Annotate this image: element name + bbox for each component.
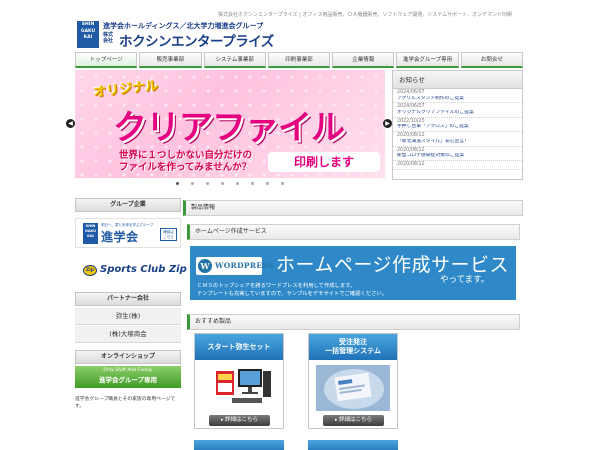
slider-dot[interactable] bbox=[191, 182, 194, 185]
news-item[interactable]: 2020/08/12 「新北海道スタイル」安心宣言！ bbox=[393, 132, 522, 147]
group-shop-banner[interactable]: Only Staff And Family 進学会グループ専用 bbox=[75, 366, 181, 388]
slider-pagination bbox=[176, 182, 284, 185]
sports-club-zip-banner[interactable]: Zip Sports Club Zip bbox=[75, 258, 187, 282]
product-card-order-system[interactable]: 受注発注 一括管理システム 詳細はこちら bbox=[308, 333, 398, 429]
monitor-screen-image bbox=[316, 365, 390, 411]
shingakukai-banner-name: 進学会 bbox=[101, 230, 139, 244]
shingakukai-badge: SHIN GAKU KAI bbox=[77, 21, 99, 48]
slide-subtitle-line2: ファイルを作ってみませんか？ bbox=[119, 162, 252, 173]
news-item[interactable]: 2020/08/12 新型コロナ感染症対策のご提案 bbox=[393, 147, 522, 161]
card-title: スタート弥生セット bbox=[195, 334, 283, 360]
sidebar-group-title: グループ企業 bbox=[75, 198, 181, 212]
news-link[interactable]: 新型コロナ感染症対策のご提案 bbox=[397, 153, 518, 159]
card-title-line1: 受注発注 bbox=[339, 338, 367, 346]
slider-dot[interactable] bbox=[266, 182, 269, 185]
slide-subtitle: 世界に１つしかない自分だけの ファイルを作ってみませんか？ bbox=[119, 150, 252, 174]
slider-dot[interactable] bbox=[221, 182, 224, 185]
wordpress-logo: W WORDPRESS bbox=[196, 257, 273, 275]
card-detail-button[interactable]: 詳細はこちら bbox=[323, 415, 384, 426]
slider-prev-icon[interactable]: ◀ bbox=[66, 119, 75, 128]
slide-subtitle-line1: 世界に１つしかない自分だけの bbox=[119, 150, 253, 161]
slider-dot[interactable] bbox=[281, 182, 284, 185]
wp-banner-desc: テンプレートも充実していますので、サンプルをデモサイトでご確認ください。 bbox=[197, 291, 388, 297]
sidebar-shop-title: オンラインショップ bbox=[75, 350, 181, 364]
news-item[interactable]: 2024/06/07 アクリルスタンド制作のご提案 bbox=[393, 89, 522, 104]
slide-title: クリアファイル bbox=[113, 108, 345, 148]
nav-contact[interactable]: お問合せ bbox=[460, 52, 523, 68]
nav-group-only[interactable]: 進学会グループ専用 bbox=[396, 52, 459, 68]
partner-otsuka-link[interactable]: (株)大塚商会 bbox=[75, 326, 181, 343]
computer-set-image bbox=[202, 365, 276, 411]
product-card-yayoi[interactable]: スタート弥生セット 詳細はこちら bbox=[194, 333, 284, 429]
card-title: 受注発注 一括管理システム bbox=[309, 334, 397, 360]
slider-dot[interactable] bbox=[236, 182, 239, 185]
nav-company[interactable]: 企業情報 bbox=[332, 52, 395, 68]
slider-dot[interactable] bbox=[206, 182, 209, 185]
slider-next-icon[interactable]: ▶ bbox=[383, 119, 392, 128]
news-title: お知らせ bbox=[393, 71, 522, 89]
sidebar-partner-title: パートナー会社 bbox=[75, 292, 181, 306]
shop-caption: 進学会グループ職員とその家族の専用ページです。 bbox=[75, 397, 176, 409]
shop-banner-title: 進学会グループ専用 bbox=[98, 376, 158, 384]
product-card-partial[interactable] bbox=[194, 440, 284, 450]
wordpress-icon: W bbox=[198, 259, 212, 273]
card-detail-button[interactable]: 詳細はこちら bbox=[209, 415, 270, 426]
news-item[interactable]: 2020/08/12 bbox=[393, 161, 522, 170]
shingakukai-banner-badge: SHIN GAKU KAI bbox=[83, 223, 98, 244]
news-link[interactable]: 手押し台車「アクロス」のご提案 bbox=[397, 124, 518, 130]
news-link[interactable]: アクリルスタンド制作のご提案 bbox=[397, 96, 518, 102]
logo-corp-label: 株式会社 bbox=[103, 32, 114, 44]
nav-printing[interactable]: 印刷事業部 bbox=[267, 52, 331, 68]
nav-system[interactable]: システム事業部 bbox=[203, 52, 266, 68]
slider-dot[interactable] bbox=[176, 182, 179, 185]
slider-dot[interactable] bbox=[251, 182, 254, 185]
header-tagline: 株式会社ホクシンエンタープライズ | オフィス用品販売、ＯＡ機器販売、ソフトウェ… bbox=[218, 12, 513, 18]
wp-banner-desc: ＣＭＳのトップシェアを誇るワードプレスを利用して作成します。 bbox=[197, 283, 356, 289]
news-date: 2020/08/12 bbox=[397, 161, 425, 167]
shop-banner-small: Only Staff And Family bbox=[103, 368, 153, 373]
news-item[interactable]: 2022/10/25 手押し台車「アクロス」のご提案 bbox=[393, 118, 522, 133]
recommend-section-title: おすすめ製品 bbox=[187, 314, 520, 330]
card-title-line2: 一括管理システム bbox=[325, 347, 381, 355]
main-nav: トップページ 販売事業部 システム事業部 印刷事業部 企業情報 進学会グループ専… bbox=[75, 52, 523, 68]
news-panel: お知らせ 2024/06/07 アクリルスタンド制作のご提案 2024/06/0… bbox=[392, 70, 523, 180]
partner-yayoi-link[interactable]: 弥生(株) bbox=[75, 308, 181, 325]
shingakukai-banner-tag: 確認は こちら bbox=[160, 228, 177, 241]
product-section-title: 製品情報 bbox=[183, 200, 523, 216]
wordpress-logo-text: WORDPRESS bbox=[215, 261, 274, 270]
news-link[interactable]: 「新北海道スタイル」安心宣言！ bbox=[397, 139, 518, 145]
nav-top[interactable]: トップページ bbox=[75, 52, 138, 68]
shingakukai-banner[interactable]: SHIN GAKU KAI 明日へ、君と未来を学ぶグループ 進学会 確認は こち… bbox=[75, 218, 181, 248]
news-item[interactable]: 2024/06/07 オリジナルクリアファイルのご提案 bbox=[393, 103, 522, 118]
wp-banner-sub: やってます。 bbox=[440, 275, 490, 285]
slide-print-badge: 印刷します bbox=[268, 152, 380, 172]
wordpress-service-banner[interactable]: W WORDPRESS ホームページ作成サービス やってます。 ＣＭＳのトップシ… bbox=[190, 246, 516, 300]
news-link[interactable]: オリジナルクリアファイルのご提案 bbox=[397, 110, 518, 116]
logo-company-name: ホクシンエンタープライズ bbox=[119, 34, 274, 50]
zip-logo-icon: Zip bbox=[83, 265, 97, 276]
hero-slider[interactable]: オリジナル クリアファイル 世界に１つしかない自分だけの ファイルを作ってみませ… bbox=[75, 70, 385, 178]
zip-banner-text: Sports Club Zip bbox=[100, 264, 187, 275]
nav-sales[interactable]: 販売事業部 bbox=[139, 52, 202, 68]
homepage-service-title: ホームページ作成サービス bbox=[187, 224, 520, 240]
company-logo[interactable]: SHIN GAKU KAI 進学会ホールディングス／北大学力増進会グループ 株式… bbox=[77, 19, 287, 50]
product-card-partial[interactable] bbox=[308, 440, 398, 450]
